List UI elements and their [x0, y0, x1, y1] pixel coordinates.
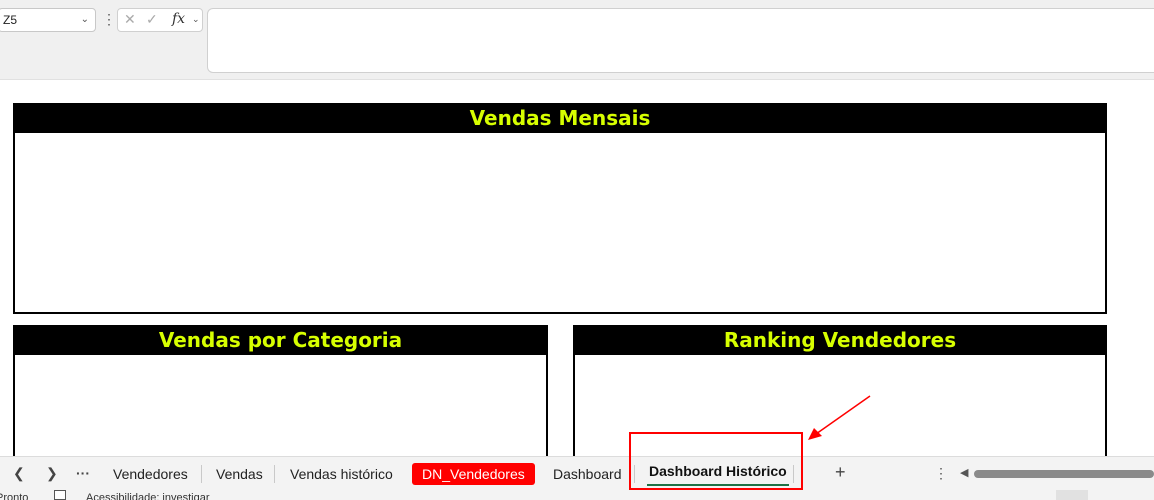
- normal-view-button[interactable]: [1056, 490, 1088, 500]
- tab-divider: [274, 465, 275, 483]
- highlight-box: [629, 432, 803, 490]
- sheet-tab-bar: ❮ ❯ ··· Vendedores Vendas Vendas históri…: [0, 456, 1154, 490]
- name-box-value: Z5: [3, 13, 18, 27]
- scrollbar-thumb[interactable]: [974, 470, 1154, 478]
- chevron-down-icon[interactable]: ⌄: [81, 9, 89, 31]
- sheet-tab-vendedores[interactable]: Vendedores: [103, 463, 198, 485]
- more-options-icon[interactable]: ⋮: [934, 465, 948, 482]
- accessibility-status[interactable]: Acessibilidade: investigar: [86, 492, 210, 500]
- panel-title: Ranking Vendedores: [575, 327, 1105, 355]
- sheet-tab-vendas[interactable]: Vendas: [206, 463, 273, 485]
- chevron-left-icon[interactable]: ❮: [13, 465, 25, 482]
- sheet-tab-vendas-historico[interactable]: Vendas histórico: [280, 463, 403, 485]
- formula-input[interactable]: [207, 8, 1154, 73]
- add-sheet-icon[interactable]: +: [835, 462, 846, 483]
- page-break-button[interactable]: [1136, 490, 1154, 500]
- status-bar: Pronto Acessibilidade: investigar: [0, 490, 1154, 500]
- red-arrow-icon: [808, 395, 871, 440]
- sheet-tab-dashboard[interactable]: Dashboard: [543, 463, 632, 485]
- status-ready: Pronto: [0, 492, 29, 500]
- formula-controls: ✕ ✓ fx ⌄: [117, 8, 203, 32]
- page-layout-button[interactable]: [1096, 490, 1128, 500]
- name-box[interactable]: Z5 ⌄: [0, 8, 96, 32]
- formula-bar-area: Z5 ⌄ ⋮ ✕ ✓ fx ⌄: [0, 0, 1154, 80]
- sheet-icon: [54, 490, 66, 500]
- panel-title: Vendas Mensais: [15, 105, 1105, 133]
- scroll-left-icon[interactable]: ◀: [960, 466, 968, 479]
- tab-divider: [201, 465, 202, 483]
- chevron-down-icon[interactable]: ⌄: [192, 14, 200, 25]
- sheet-tab-dn-vendedores[interactable]: DN_Vendedores: [412, 463, 535, 485]
- insert-function-icon[interactable]: fx: [172, 11, 185, 27]
- chevron-right-icon[interactable]: ❯: [46, 465, 58, 482]
- horizontal-scrollbar[interactable]: ◀: [960, 466, 1154, 479]
- more-sheets-icon[interactable]: ···: [76, 465, 90, 481]
- confirm-icon[interactable]: ✓: [146, 11, 158, 28]
- panel-vendas-mensais: Vendas Mensais: [13, 103, 1107, 314]
- more-options-icon[interactable]: ⋮: [102, 10, 116, 28]
- panel-vendas-por-categoria: Vendas por Categoria: [13, 325, 548, 465]
- cancel-icon[interactable]: ✕: [124, 11, 136, 28]
- panel-title: Vendas por Categoria: [15, 327, 546, 355]
